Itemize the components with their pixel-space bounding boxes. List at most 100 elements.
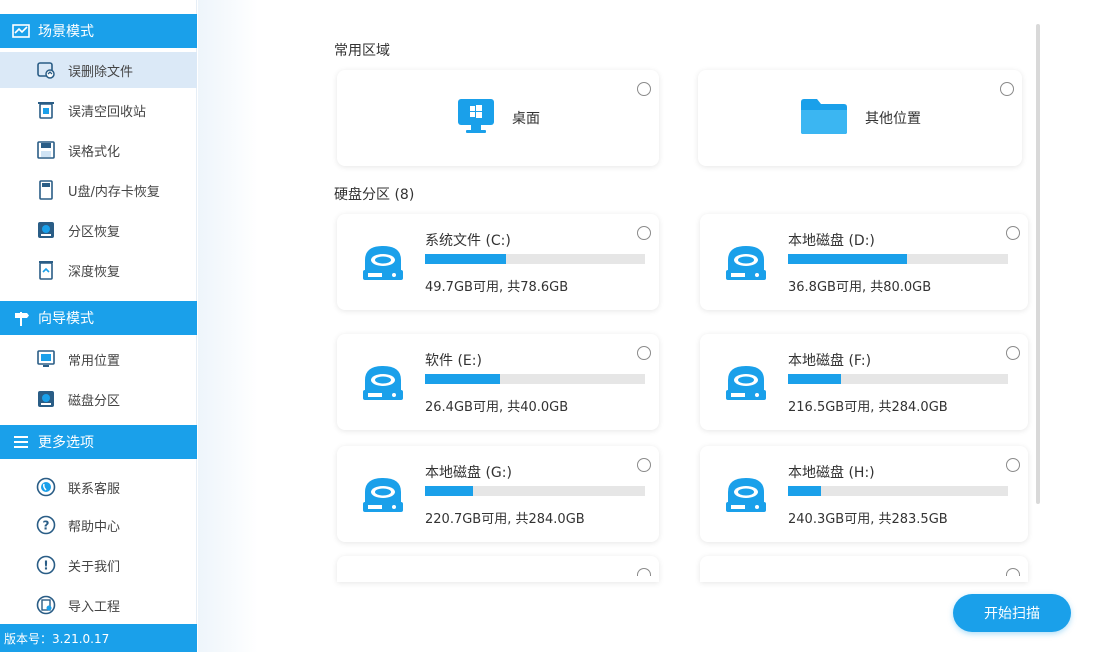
- section-scene-mode-title: 场景模式: [38, 24, 94, 40]
- disk-card[interactable]: 本地磁盘 (H:) 240.3GB可用, 共283.5GB: [700, 446, 1028, 542]
- sidebar-item-usb-card[interactable]: U盘/内存卡恢复: [0, 172, 197, 208]
- disk-card[interactable]: 本地磁盘 (F:) 216.5GB可用, 共284.0GB: [700, 334, 1028, 430]
- section-more-options[interactable]: 更多选项: [0, 425, 197, 459]
- disk-usage-fill: [788, 254, 907, 264]
- disk-usage-bar: [788, 254, 1008, 264]
- usb-card-icon: [36, 180, 56, 200]
- disk-usage-bar: [425, 486, 645, 496]
- radio-disk-partial[interactable]: [637, 568, 651, 576]
- sidebar-item-partition[interactable]: 分区恢复: [0, 212, 197, 248]
- sidebar-item-deleted-files[interactable]: 误删除文件: [0, 52, 197, 88]
- disk-section-title: 硬盘分区 (8): [334, 187, 415, 203]
- hard-disk-icon: [361, 472, 405, 516]
- disk-name: 本地磁盘 (G:): [425, 465, 512, 481]
- svg-text:?: ?: [43, 519, 50, 533]
- disk-card[interactable]: 本地磁盘 (G:) 220.7GB可用, 共284.0GB: [337, 446, 659, 542]
- sidebar-item-common-location[interactable]: 常用位置: [0, 341, 197, 377]
- common-section-title: 常用区域: [334, 43, 390, 59]
- file-recover-icon: [36, 60, 56, 80]
- scrollbar[interactable]: [1036, 24, 1040, 504]
- import-icon: [36, 595, 56, 615]
- hard-disk-icon: [724, 360, 768, 404]
- sidebar-item-about-us[interactable]: ! 关于我们: [0, 547, 197, 583]
- disk-name: 本地磁盘 (H:): [788, 465, 875, 481]
- sidebar-item-label: 关于我们: [68, 559, 121, 575]
- partition-icon: [36, 220, 56, 240]
- hard-disk-icon: [361, 360, 405, 404]
- sidebar-item-label: 导入工程: [68, 599, 121, 615]
- folder-icon: [799, 96, 849, 140]
- sidebar-item-label: 分区恢复: [68, 224, 121, 240]
- disk-card-partial[interactable]: [700, 556, 1028, 582]
- disk-space-info: 36.8GB可用, 共80.0GB: [788, 280, 932, 295]
- info-icon: !: [36, 555, 56, 575]
- hard-disk-icon: [724, 240, 768, 284]
- common-location-icon: [36, 349, 56, 369]
- main-content: 常用区域 桌面 其他位置 硬盘分区 (8) 系统文件 (C:) 49.7GB可用,…: [198, 0, 1095, 652]
- disk-space-info: 220.7GB可用, 共284.0GB: [425, 512, 585, 527]
- radio-disk-partial[interactable]: [1006, 568, 1020, 576]
- radio-disk[interactable]: [637, 226, 651, 240]
- disk-card[interactable]: 本地磁盘 (D:) 36.8GB可用, 共80.0GB: [700, 214, 1028, 310]
- location-label: 其他位置: [865, 111, 921, 127]
- disk-usage-bar: [788, 486, 1008, 496]
- sidebar-item-label: 深度恢复: [68, 264, 121, 280]
- sidebar: 场景模式 误删除文件 误清空回收站 误格式化 U盘/内存卡恢复 分区恢复 深度恢…: [0, 0, 197, 652]
- sidebar-item-recycle-bin[interactable]: 误清空回收站: [0, 92, 197, 128]
- signpost-icon: [12, 310, 30, 326]
- radio-disk[interactable]: [637, 458, 651, 472]
- format-disk-icon: [36, 140, 56, 160]
- recycle-bin-icon: [36, 100, 56, 120]
- disk-usage-fill: [788, 374, 841, 384]
- section-wizard-mode[interactable]: 向导模式: [0, 301, 197, 335]
- section-more-options-title: 更多选项: [38, 435, 94, 451]
- disk-space-info: 216.5GB可用, 共284.0GB: [788, 400, 948, 415]
- scene-mode-icon: [12, 23, 30, 39]
- disk-card-partial[interactable]: [337, 556, 659, 582]
- disk-space-info: 49.7GB可用, 共78.6GB: [425, 280, 569, 295]
- sidebar-item-label: 磁盘分区: [68, 393, 121, 409]
- disk-usage-fill: [425, 486, 474, 496]
- start-scan-button[interactable]: 开始扫描: [953, 594, 1071, 632]
- hard-disk-icon: [724, 472, 768, 516]
- sidebar-item-import-project[interactable]: 导入工程: [0, 587, 197, 623]
- sidebar-item-label: U盘/内存卡恢复: [68, 184, 160, 200]
- disk-name: 本地磁盘 (F:): [788, 353, 872, 369]
- disk-card[interactable]: 系统文件 (C:) 49.7GB可用, 共78.6GB: [337, 214, 659, 310]
- sidebar-item-contact-support[interactable]: 联系客服: [0, 469, 197, 505]
- radio-disk[interactable]: [1006, 346, 1020, 360]
- radio-disk[interactable]: [1006, 226, 1020, 240]
- location-card-other[interactable]: 其他位置: [698, 70, 1022, 166]
- radio-desktop[interactable]: [637, 82, 651, 96]
- hard-disk-icon: [361, 240, 405, 284]
- sidebar-item-label: 联系客服: [68, 481, 121, 497]
- deep-recover-icon: [36, 260, 56, 280]
- sidebar-item-deep-recover[interactable]: 深度恢复: [0, 252, 197, 288]
- disk-space-info: 26.4GB可用, 共40.0GB: [425, 400, 569, 415]
- radio-disk[interactable]: [637, 346, 651, 360]
- disk-card[interactable]: 软件 (E:) 26.4GB可用, 共40.0GB: [337, 334, 659, 430]
- disk-name: 软件 (E:): [425, 353, 482, 369]
- disk-usage-fill: [425, 254, 507, 264]
- radio-disk[interactable]: [1006, 458, 1020, 472]
- disk-usage-fill: [788, 486, 821, 496]
- sidebar-item-help-center[interactable]: ? 帮助中心: [0, 507, 197, 543]
- disk-usage-bar: [425, 254, 645, 264]
- sidebar-item-disk-partition[interactable]: 磁盘分区: [0, 381, 197, 417]
- disk-usage-bar: [788, 374, 1008, 384]
- disk-name: 本地磁盘 (D:): [788, 233, 875, 249]
- radio-other-location[interactable]: [1000, 82, 1014, 96]
- disk-usage-fill: [425, 374, 500, 384]
- section-scene-mode[interactable]: 场景模式: [0, 14, 197, 48]
- sidebar-item-format[interactable]: 误格式化: [0, 132, 197, 168]
- menu-icon: [12, 434, 30, 450]
- disk-usage-bar: [425, 374, 645, 384]
- disk-partition-icon: [36, 389, 56, 409]
- location-card-desktop[interactable]: 桌面: [337, 70, 659, 166]
- disk-name: 系统文件 (C:): [425, 233, 511, 249]
- sidebar-item-label: 误删除文件: [68, 64, 134, 80]
- sidebar-item-label: 误格式化: [68, 144, 121, 160]
- disk-space-info: 240.3GB可用, 共283.5GB: [788, 512, 948, 527]
- sidebar-item-label: 帮助中心: [68, 519, 121, 535]
- version-label: 版本号：3.21.0.17: [0, 624, 197, 652]
